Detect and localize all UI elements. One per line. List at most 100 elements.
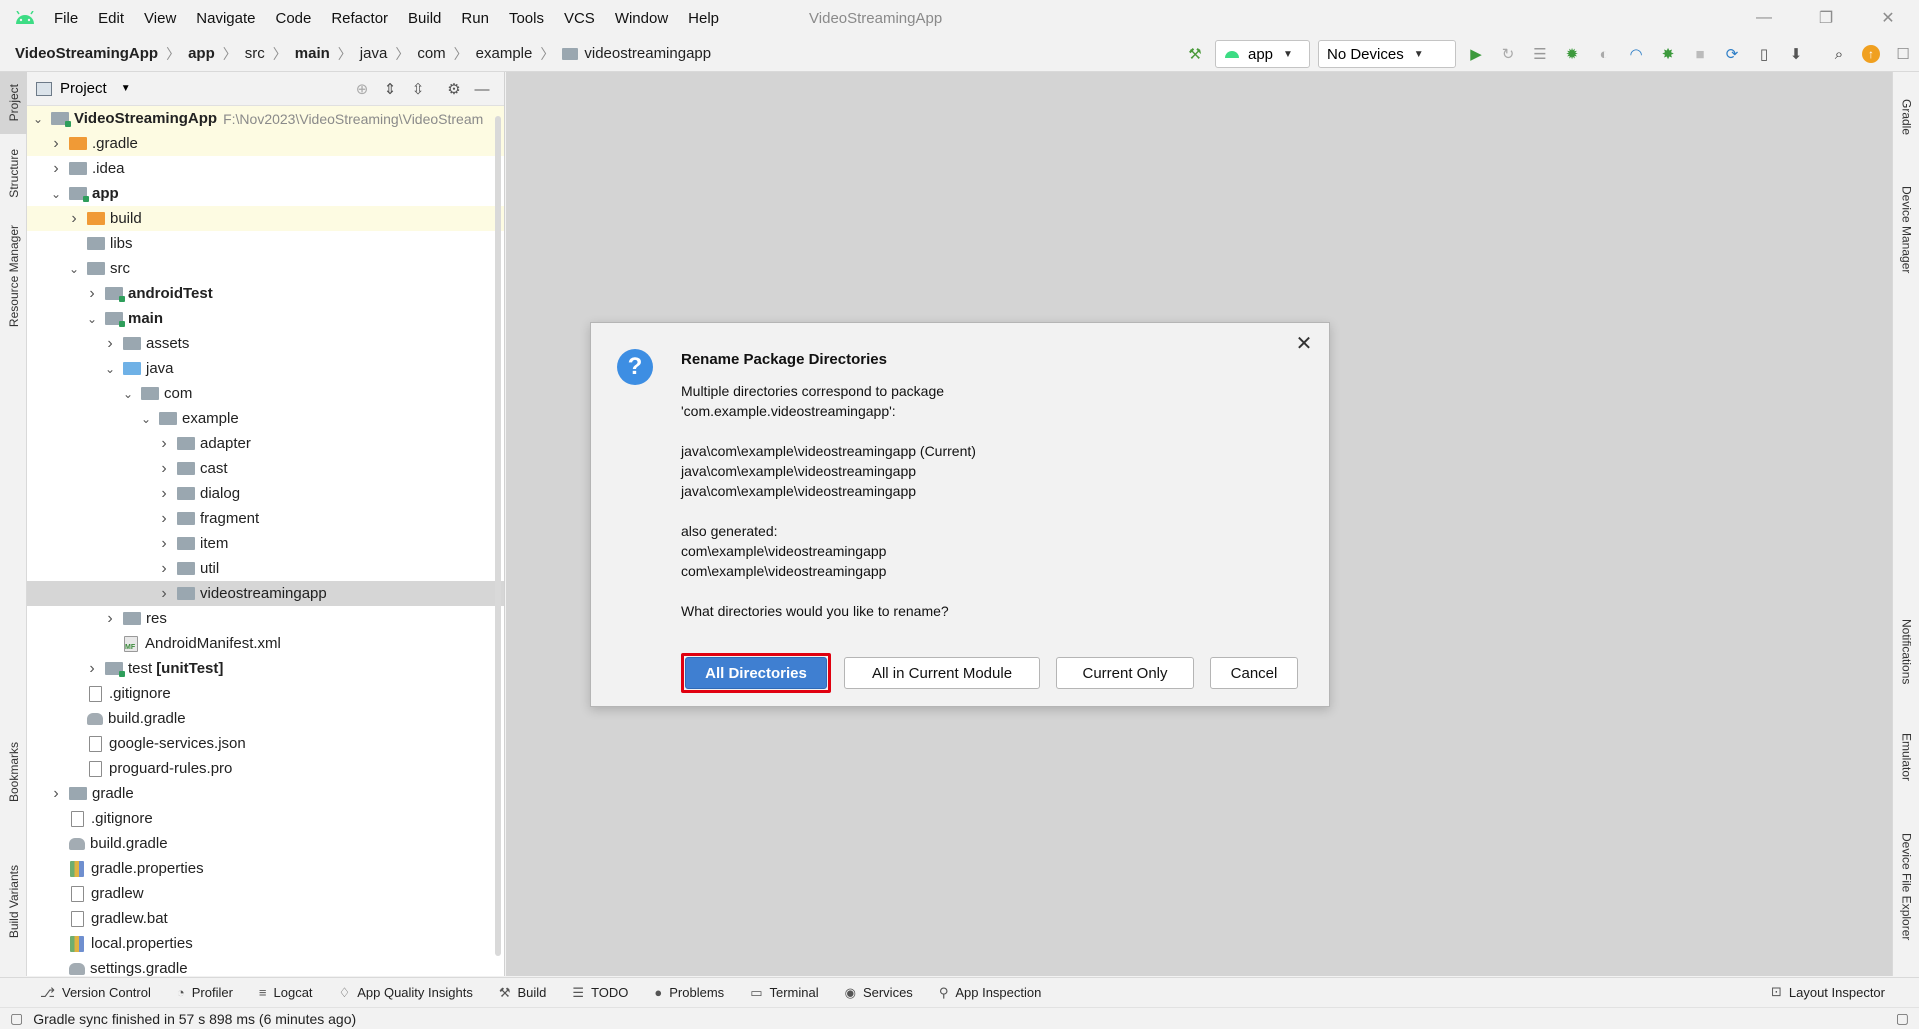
tree-item-com[interactable]: ⌄ com: [27, 381, 504, 406]
collapse-all-icon[interactable]: ⇳: [404, 80, 432, 98]
breadcrumb-src[interactable]: src: [245, 45, 265, 62]
chevron-down-icon[interactable]: ⌄: [67, 262, 81, 276]
breadcrumb-videostreamingapp[interactable]: videostreamingapp: [584, 45, 711, 62]
current-only-button[interactable]: Current Only: [1056, 657, 1194, 689]
tab-resource-manager[interactable]: Resource Manager: [0, 216, 27, 336]
tree-item-item[interactable]: › item: [27, 531, 504, 556]
tree-item-androidtest[interactable]: › androidTest: [27, 281, 504, 306]
tree-item-example[interactable]: ⌄ example: [27, 406, 504, 431]
tree-item-res[interactable]: › res: [27, 606, 504, 631]
tab-bookmarks[interactable]: Bookmarks: [0, 732, 27, 812]
tree-item-src[interactable]: ⌄ src: [27, 256, 504, 281]
chevron-right-icon[interactable]: ›: [103, 335, 117, 353]
tree-item-adapter[interactable]: › adapter: [27, 431, 504, 456]
chevron-down-icon[interactable]: ⌄: [103, 362, 117, 376]
menu-window[interactable]: Window: [615, 10, 668, 27]
chevron-right-icon[interactable]: ›: [85, 285, 99, 303]
menu-navigate[interactable]: Navigate: [196, 10, 255, 27]
tab-project[interactable]: Project: [0, 72, 27, 134]
breadcrumb-main[interactable]: main: [295, 45, 330, 62]
tree-item-test[interactable]: › test [unitTest]: [27, 656, 504, 681]
tree-item-gradle[interactable]: › .gradle: [27, 131, 504, 156]
update-icon[interactable]: ↑: [1858, 41, 1884, 67]
tab-version-control[interactable]: ⎇ Version Control: [40, 985, 151, 1001]
tree-item-libs[interactable]: libs: [27, 231, 504, 256]
tab-profiler[interactable]: ◔ Profiler: [177, 985, 233, 1000]
scrollbar-thumb[interactable]: [495, 116, 501, 956]
stop-icon[interactable]: ■: [1687, 41, 1713, 67]
tree-item-app[interactable]: ⌄ app: [27, 181, 504, 206]
tree-item-cast[interactable]: › cast: [27, 456, 504, 481]
tree-item-gitignore[interactable]: .gitignore: [27, 681, 504, 706]
expand-all-icon[interactable]: ⇕: [376, 80, 404, 98]
apply-changes-icon[interactable]: ✸: [1655, 41, 1681, 67]
rerun-icon[interactable]: ↻: [1495, 41, 1521, 67]
tree-item-settings-gradle[interactable]: settings.gradle: [27, 956, 504, 976]
tab-build[interactable]: ⚒ Build: [499, 985, 547, 1001]
chevron-right-icon[interactable]: ›: [157, 535, 171, 553]
tab-emulator[interactable]: Emulator: [1893, 722, 1919, 792]
tree-item-util[interactable]: › util: [27, 556, 504, 581]
tab-todo[interactable]: ☰ TODO: [572, 985, 628, 1001]
tree-item-gradle-properties[interactable]: gradle.properties: [27, 856, 504, 881]
account-icon[interactable]: ☐: [1890, 41, 1916, 67]
hammer-icon[interactable]: ⚒: [1182, 41, 1208, 67]
all-in-current-module-button[interactable]: All in Current Module: [844, 657, 1040, 689]
tree-item-gitignore[interactable]: .gitignore: [27, 806, 504, 831]
menu-code[interactable]: Code: [275, 10, 311, 27]
chevron-down-icon[interactable]: ⌄: [85, 312, 99, 326]
minimize-icon[interactable]: —: [1733, 0, 1795, 36]
debug-icon[interactable]: ✹: [1559, 41, 1585, 67]
tree-item-build-gradle[interactable]: build.gradle: [27, 831, 504, 856]
menu-tools[interactable]: Tools: [509, 10, 544, 27]
chevron-right-icon[interactable]: ›: [157, 510, 171, 528]
breadcrumb-java[interactable]: java: [360, 45, 388, 62]
chevron-right-icon[interactable]: ›: [49, 160, 63, 178]
menu-run[interactable]: Run: [461, 10, 489, 27]
sync-gradle-icon[interactable]: ⟳: [1719, 41, 1745, 67]
cancel-button[interactable]: Cancel: [1210, 657, 1298, 689]
menu-help[interactable]: Help: [688, 10, 719, 27]
layout-inspector-tab[interactable]: ⊡ Layout Inspector: [1771, 977, 1885, 1007]
menu-refactor[interactable]: Refactor: [331, 10, 388, 27]
tab-device-file-explorer[interactable]: Device File Explorer: [1893, 812, 1919, 962]
tree-item-google-services-json[interactable]: google-services.json: [27, 731, 504, 756]
tree-item-idea[interactable]: › .idea: [27, 156, 504, 181]
chevron-down-icon[interactable]: ⌄: [49, 187, 63, 201]
tree-item-videostreamingapp[interactable]: ⌄ VideoStreamingApp F:\Nov2023\VideoStream…: [27, 106, 504, 131]
chevron-right-icon[interactable]: ›: [157, 585, 171, 603]
menu-view[interactable]: View: [144, 10, 176, 27]
chevron-right-icon[interactable]: ›: [157, 460, 171, 478]
breadcrumb-app[interactable]: app: [188, 45, 215, 62]
tree-item-dialog[interactable]: › dialog: [27, 481, 504, 506]
tab-app-inspection[interactable]: ⚲ App Inspection: [939, 985, 1042, 1001]
tree-item-videostreamingapp[interactable]: › videostreamingapp: [27, 581, 504, 606]
chevron-right-icon[interactable]: ›: [157, 485, 171, 503]
chevron-down-icon[interactable]: ⌄: [121, 387, 135, 401]
sdk-manager-icon[interactable]: ⬇: [1783, 41, 1809, 67]
tree-scrollbar[interactable]: [494, 106, 502, 976]
tree-item-gradle[interactable]: › gradle: [27, 781, 504, 806]
tree-item-build[interactable]: › build: [27, 206, 504, 231]
run-icon[interactable]: ▶: [1463, 41, 1489, 67]
select-opened-file-icon[interactable]: ⊕: [348, 80, 376, 98]
coverage-icon[interactable]: ☰: [1527, 41, 1553, 67]
status-layout-icon[interactable]: ▢: [1896, 1010, 1909, 1027]
chevron-right-icon[interactable]: ›: [67, 210, 81, 228]
tree-item-androidmanifest-xml[interactable]: AndroidManifest.xml: [27, 631, 504, 656]
chevron-right-icon[interactable]: ›: [157, 560, 171, 578]
menu-edit[interactable]: Edit: [98, 10, 124, 27]
avd-manager-icon[interactable]: ▯: [1751, 41, 1777, 67]
hide-panel-icon[interactable]: —: [468, 81, 496, 98]
tab-structure[interactable]: Structure: [0, 138, 27, 208]
run-configuration-select[interactable]: app ▼: [1215, 40, 1310, 68]
tab-device-manager[interactable]: Device Manager: [1893, 170, 1919, 290]
chevron-right-icon[interactable]: ›: [49, 135, 63, 153]
tab-services[interactable]: ◉ Services: [845, 985, 913, 1001]
tree-item-gradlew-bat[interactable]: gradlew.bat: [27, 906, 504, 931]
tab-gradle[interactable]: Gradle: [1893, 82, 1919, 152]
status-toggle-icon[interactable]: ▢: [10, 1010, 23, 1027]
tab-app-quality-insights[interactable]: ♢ App Quality Insights: [339, 985, 473, 1001]
menu-build[interactable]: Build: [408, 10, 441, 27]
project-view-selector[interactable]: Project ▼: [36, 80, 131, 97]
